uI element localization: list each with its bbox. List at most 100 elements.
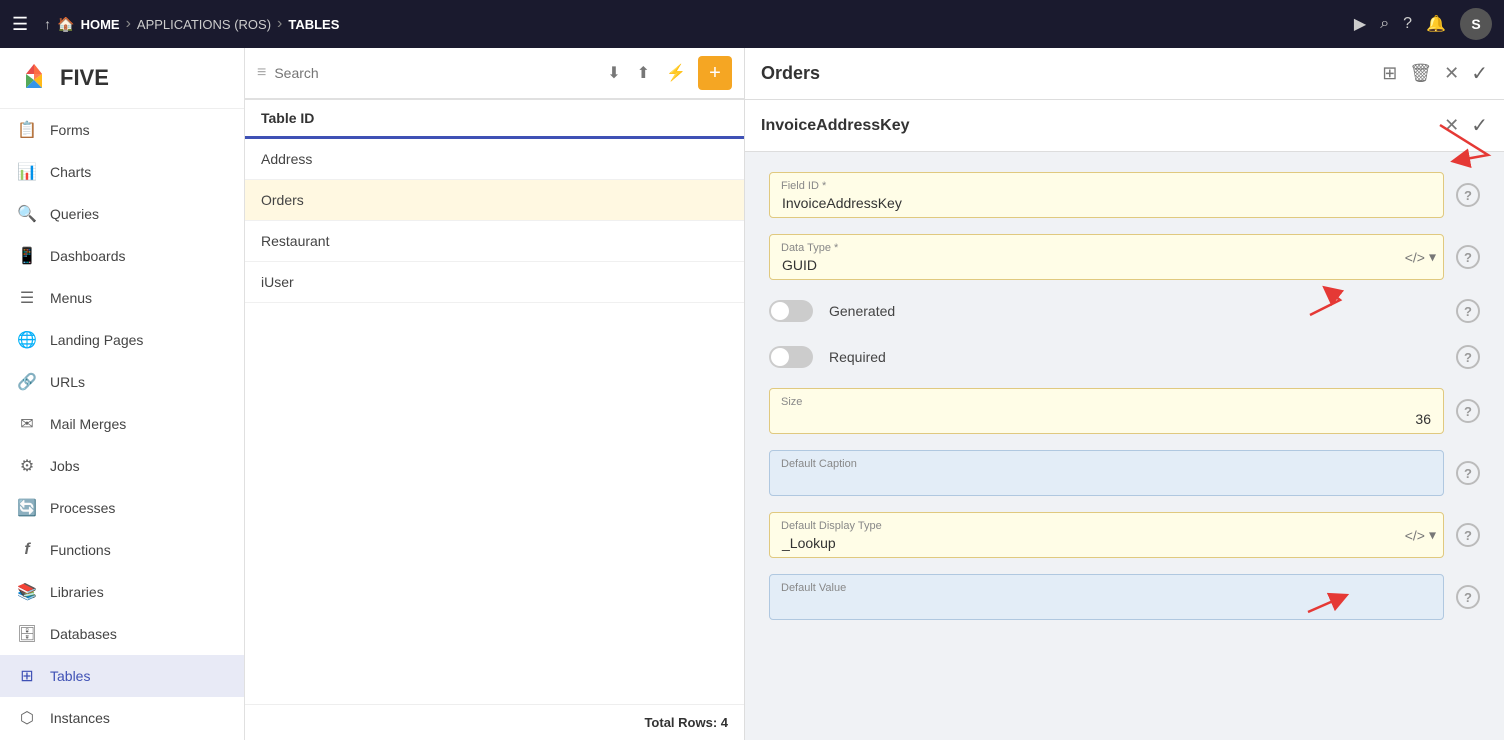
bell-icon[interactable]: 🔔 (1426, 14, 1446, 34)
close-field-button[interactable]: ✕ (1444, 115, 1459, 136)
code-icon: </> (1405, 249, 1425, 265)
data-type-select-icons: </> ▾ (1405, 249, 1436, 266)
sidebar: FIVE 📋 Forms 📊 Charts 🔍 Queries 📱 Dashbo… (0, 48, 245, 740)
default-display-type-help-icon[interactable]: ? (1456, 523, 1480, 547)
table-row[interactable]: Address (245, 139, 744, 180)
content-flex: ≡ ⬇ ⬆ ⚡ + Table ID Address Orders Restau… (245, 48, 1504, 740)
generated-help-icon[interactable]: ? (1456, 299, 1480, 323)
sidebar-label-urls: URLs (50, 374, 85, 390)
menu-icon[interactable]: ☰ (12, 14, 28, 35)
sidebar-label-mail-merges: Mail Merges (50, 416, 126, 432)
app-label[interactable]: APPLICATIONS (ROS) (137, 17, 271, 32)
field-id-row: Field ID * ? (769, 172, 1480, 218)
sidebar-item-databases[interactable]: 🗄 Databases (0, 613, 244, 655)
required-help-icon[interactable]: ? (1456, 345, 1480, 369)
sidebar-item-instances[interactable]: ⬡ Instances (0, 697, 244, 739)
table-row-label: iUser (261, 274, 294, 290)
required-row: Required ? (769, 342, 1480, 372)
landing-pages-icon: 🌐 (16, 329, 38, 351)
default-display-type-select-icons: </> ▾ (1405, 527, 1436, 544)
sidebar-item-functions[interactable]: f Functions (0, 529, 244, 571)
home-label[interactable]: HOME (81, 17, 120, 32)
lightning-button[interactable]: ⚡ (662, 59, 690, 87)
sidebar-label-forms: Forms (50, 122, 90, 138)
databases-icon: 🗄 (16, 623, 38, 645)
delete-button[interactable]: 🗑 (1409, 63, 1432, 84)
data-type-select[interactable]: GUID </> ▾ (769, 234, 1444, 280)
required-toggle-row: Required (769, 342, 1444, 372)
size-wrap: Size (769, 388, 1444, 434)
upload-button[interactable]: ⬆ (633, 59, 654, 87)
size-row: Size ? (769, 388, 1480, 434)
default-value-row: Default Value ? (769, 574, 1480, 620)
table-list-toolbar: ≡ ⬇ ⬆ ⚡ + (245, 48, 744, 100)
generated-toggle-row: Generated (769, 296, 1444, 326)
table-row[interactable]: Orders (245, 180, 744, 221)
field-id-input[interactable] (769, 172, 1444, 218)
size-input[interactable] (769, 388, 1444, 434)
default-display-type-select[interactable]: _Lookup </> ▾ (769, 512, 1444, 558)
field-id-help-icon[interactable]: ? (1456, 183, 1480, 207)
chevron-down-icon-2: ▾ (1429, 527, 1436, 544)
sidebar-label-queries: Queries (50, 206, 99, 222)
forms-icon: 📋 (16, 119, 38, 141)
dashboards-icon: 📱 (16, 245, 38, 267)
download-button[interactable]: ⬇ (603, 59, 624, 87)
required-label: Required (829, 349, 886, 365)
sidebar-label-processes: Processes (50, 500, 115, 516)
up-arrow-icon[interactable]: ↑ (44, 16, 51, 32)
required-toggle[interactable] (769, 346, 813, 368)
default-display-type-label: Default Display Type (781, 520, 882, 532)
sidebar-item-tables[interactable]: ⊞ Tables (0, 655, 244, 697)
generated-toggle[interactable] (769, 300, 813, 322)
table-row[interactable]: iUser (245, 262, 744, 303)
search-input[interactable] (274, 65, 595, 81)
sidebar-item-urls[interactable]: 🔗 URLs (0, 361, 244, 403)
sidebar-label-databases: Databases (50, 626, 117, 642)
sidebar-item-queries[interactable]: 🔍 Queries (0, 193, 244, 235)
sidebar-item-charts[interactable]: 📊 Charts (0, 151, 244, 193)
table-row-label: Orders (261, 192, 304, 208)
avatar[interactable]: S (1460, 8, 1492, 40)
table-row[interactable]: Restaurant (245, 221, 744, 262)
sidebar-item-forms[interactable]: 📋 Forms (0, 109, 244, 151)
sidebar-item-landing-pages[interactable]: 🌐 Landing Pages (0, 319, 244, 361)
sidebar-item-mail-merges[interactable]: ✉ Mail Merges (0, 403, 244, 445)
sidebar-label-charts: Charts (50, 164, 91, 180)
sidebar-item-jobs[interactable]: ⚙ Jobs (0, 445, 244, 487)
data-type-label: Data Type * (781, 242, 838, 254)
sidebar-item-libraries[interactable]: 📚 Libraries (0, 571, 244, 613)
menus-icon: ☰ (16, 287, 38, 309)
charts-icon: 📊 (16, 161, 38, 183)
default-caption-input[interactable] (769, 450, 1444, 496)
field-header: InvoiceAddressKey ✕ ✓ (745, 100, 1504, 152)
filter-icon: ≡ (257, 64, 266, 82)
data-type-row: Data Type * GUID </> ▾ ? (769, 234, 1480, 280)
default-caption-row: Default Caption ? (769, 450, 1480, 496)
field-header-actions: ✕ ✓ (1444, 113, 1488, 138)
sidebar-item-dashboards[interactable]: 📱 Dashboards (0, 235, 244, 277)
close-orders-button[interactable]: ✕ (1444, 63, 1459, 84)
data-type-wrap: Data Type * GUID </> ▾ (769, 234, 1444, 280)
sidebar-label-tables: Tables (50, 668, 90, 684)
grid-view-button[interactable]: ⊞ (1382, 63, 1397, 84)
default-value-help-icon[interactable]: ? (1456, 585, 1480, 609)
play-button[interactable]: ▶ (1354, 14, 1366, 34)
sidebar-item-menus[interactable]: ☰ Menus (0, 277, 244, 319)
queries-icon: 🔍 (16, 203, 38, 225)
total-rows-label: Total Rows: 4 (644, 715, 728, 730)
sidebar-label-jobs: Jobs (50, 458, 80, 474)
search-button[interactable]: ⌕ (1380, 15, 1389, 33)
default-caption-help-icon[interactable]: ? (1456, 461, 1480, 485)
size-help-icon[interactable]: ? (1456, 399, 1480, 423)
confirm-field-button[interactable]: ✓ (1471, 113, 1488, 138)
confirm-orders-button[interactable]: ✓ (1471, 61, 1488, 86)
tables-icon: ⊞ (16, 665, 38, 687)
help-button[interactable]: ? (1403, 15, 1412, 33)
add-button[interactable]: + (698, 56, 732, 90)
default-value-input[interactable] (769, 574, 1444, 620)
sidebar-item-processes[interactable]: 🔄 Processes (0, 487, 244, 529)
table-list-column-header: Table ID (245, 100, 744, 139)
table-id-column-label: Table ID (261, 110, 314, 126)
data-type-help-icon[interactable]: ? (1456, 245, 1480, 269)
